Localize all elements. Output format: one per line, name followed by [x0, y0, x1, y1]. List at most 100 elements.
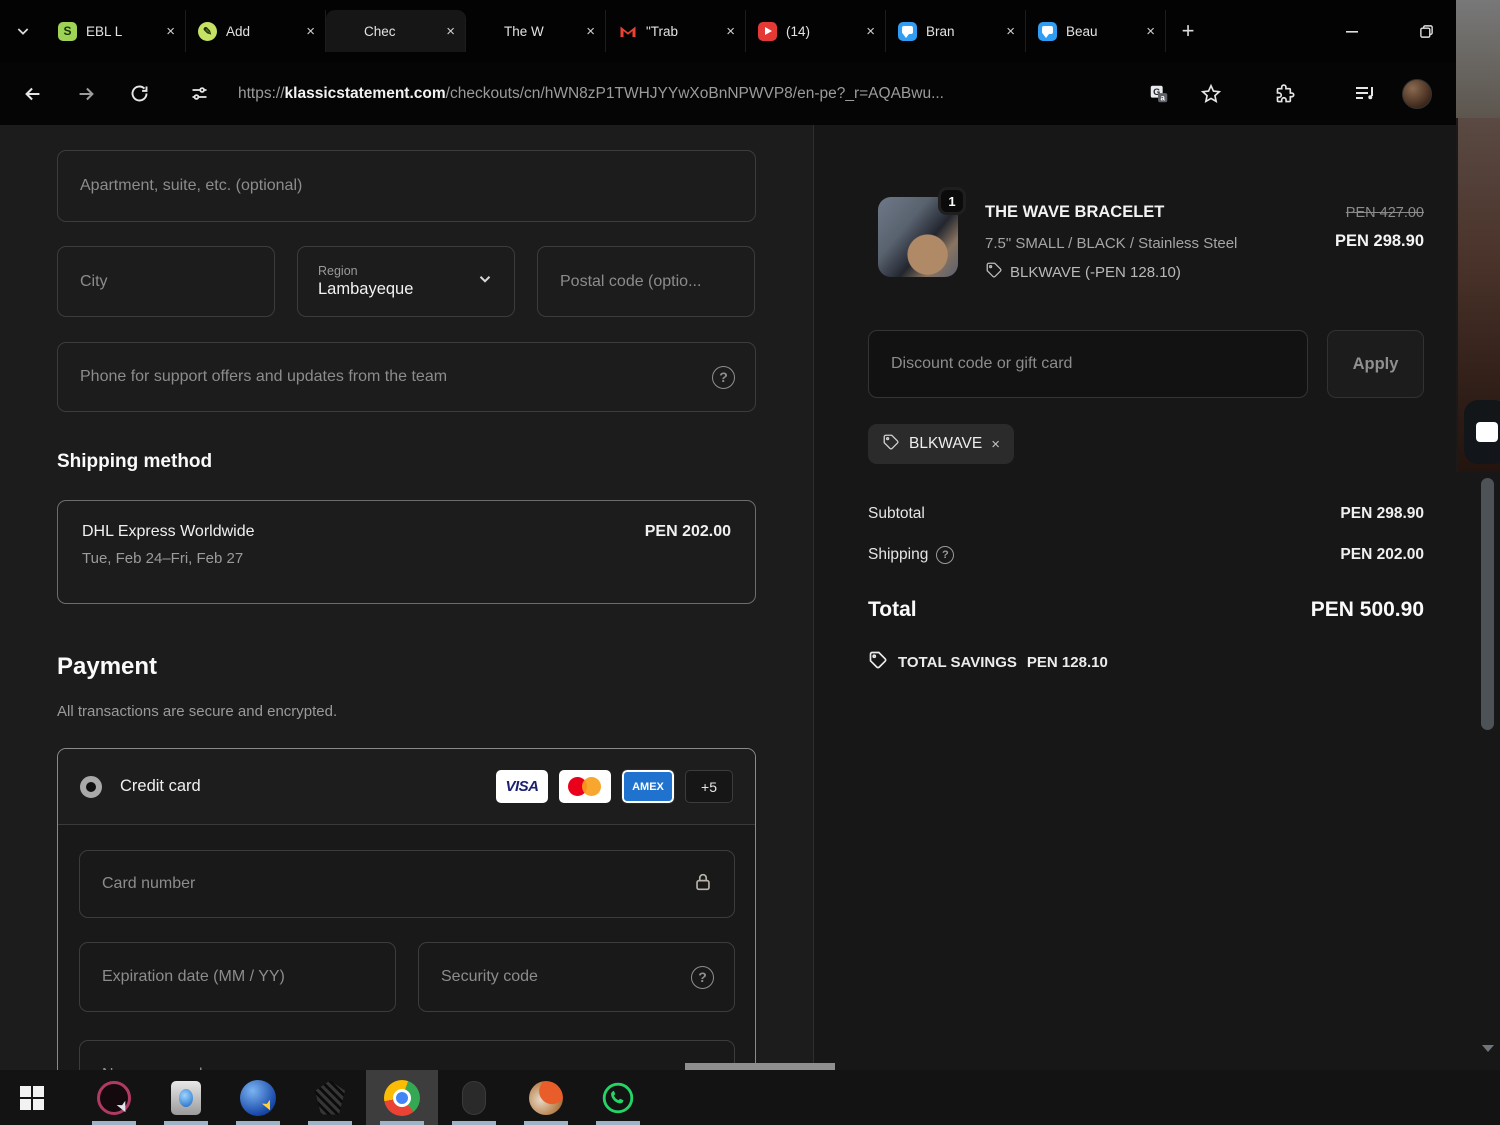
name-on-card-field[interactable] [79, 1040, 735, 1070]
forward-button[interactable] [73, 81, 99, 107]
remove-discount-icon[interactable]: × [991, 436, 1000, 453]
extensions-icon[interactable] [1272, 81, 1298, 107]
media-controls-icon[interactable] [1352, 81, 1378, 107]
start-button[interactable] [0, 1085, 64, 1110]
tab-search-chevron-icon[interactable] [0, 23, 46, 39]
tab-the[interactable]: The W × [466, 10, 606, 52]
applied-discount-code: BLKWAVE [909, 435, 983, 452]
tab-checkout-active[interactable]: Chec × [326, 10, 466, 52]
checkout-page: Region Lambayeque ? Shipping method DHL … [0, 125, 1500, 1070]
taskbar-pointer-app[interactable] [222, 1070, 294, 1125]
tab-beau[interactable]: Beau × [1026, 10, 1166, 52]
taskbar-mouse-app[interactable] [438, 1070, 510, 1125]
page-scrollbar[interactable] [1481, 478, 1494, 730]
total-value: PEN 500.90 [1310, 598, 1424, 621]
tab-bran[interactable]: Bran × [886, 10, 1026, 52]
shopify-favicon-icon: S [58, 21, 77, 41]
savings-value: PEN 128.10 [1026, 653, 1108, 671]
subtotal-label: Subtotal [868, 505, 925, 522]
taskbar-capture-app[interactable] [150, 1070, 222, 1125]
translate-icon[interactable]: Ga [1146, 81, 1172, 107]
window-restore-button[interactable] [1412, 17, 1440, 45]
address-bar[interactable]: https://klassicstatement.com/checkouts/c… [238, 85, 944, 103]
taskbar-paint-app[interactable] [510, 1070, 582, 1125]
credit-card-form: ? [58, 825, 755, 1070]
tab-youtube[interactable]: (14) × [746, 10, 886, 52]
apartment-field[interactable] [57, 150, 756, 222]
close-tab-icon[interactable]: × [166, 23, 175, 40]
shipping-option-eta: Tue, Feb 24–Fri, Feb 27 [82, 550, 244, 567]
gmail-favicon-icon [618, 22, 637, 41]
close-tab-icon[interactable]: × [866, 23, 875, 40]
capture-app-icon [171, 1080, 201, 1115]
postal-code-field[interactable] [537, 246, 755, 317]
tag-icon [868, 650, 888, 674]
credit-card-option[interactable]: Credit card VISA AMEX +5 [58, 749, 755, 825]
card-number-input[interactable] [100, 874, 692, 894]
close-tab-icon[interactable]: × [1146, 23, 1155, 40]
payment-method-box: Credit card VISA AMEX +5 ? [57, 748, 756, 1070]
security-code-help-icon[interactable]: ? [691, 965, 714, 989]
city-field[interactable] [57, 246, 275, 317]
close-tab-icon[interactable]: × [446, 23, 455, 40]
bookmark-star-icon[interactable] [1198, 81, 1224, 107]
city-input[interactable] [78, 271, 254, 292]
tab-ebl[interactable]: S EBL L × [46, 10, 186, 52]
savings-label: TOTAL SAVINGS [898, 653, 1017, 671]
phone-field[interactable]: ? [57, 342, 756, 412]
shipping-option-price: PEN 202.00 [644, 523, 731, 540]
discount-code-field[interactable] [868, 330, 1308, 398]
shipping-help-icon[interactable]: ? [936, 546, 955, 564]
tab-label: Chec [364, 23, 396, 39]
subtotal-row: Subtotal PEN 298.90 [868, 505, 1424, 523]
security-code-field[interactable]: ? [418, 942, 735, 1012]
security-code-input[interactable] [439, 967, 691, 987]
total-label: Total [868, 598, 917, 621]
expiry-field[interactable] [79, 942, 396, 1012]
desktop-screen: S EBL L × ✎ Add × Chec × The W × "Trab ×… [0, 0, 1500, 1125]
taskbar-whatsapp[interactable] [582, 1070, 654, 1125]
card-number-field[interactable] [79, 850, 735, 918]
apartment-input[interactable] [78, 176, 735, 196]
close-tab-icon[interactable]: × [726, 23, 735, 40]
taskbar: ESP 23:21 19/02/2026 [0, 1070, 1500, 1125]
close-tab-icon[interactable]: × [586, 23, 595, 40]
expiry-input[interactable] [100, 967, 375, 987]
tab-label: EBL L [86, 23, 123, 39]
shipping-row: Shipping ? PEN 202.00 [868, 546, 1424, 564]
shipping-option-selected[interactable]: DHL Express Worldwide PEN 202.00 Tue, Fe… [57, 500, 756, 604]
browser-toolbar: https://klassicstatement.com/checkouts/c… [0, 62, 1500, 125]
taskbar-chrome[interactable] [366, 1070, 438, 1125]
tab-gmail[interactable]: "Trab × [606, 10, 746, 52]
discount-code-input[interactable] [889, 354, 1287, 374]
reload-button[interactable] [126, 81, 152, 107]
more-payment-brands-badge: +5 [685, 770, 733, 803]
tab-add[interactable]: ✎ Add × [186, 10, 326, 52]
stop-button[interactable] [1464, 400, 1500, 464]
phone-help-icon[interactable]: ? [712, 365, 735, 389]
visa-badge-icon: VISA [496, 770, 548, 803]
back-button[interactable] [20, 81, 46, 107]
site-settings-icon[interactable] [186, 81, 212, 107]
taskbar-screen-recorder[interactable] [78, 1070, 150, 1125]
background-window-edge [1456, 0, 1500, 118]
new-tab-button[interactable]: + [1166, 18, 1210, 44]
tab-label: Bran [926, 23, 955, 39]
close-tab-icon[interactable]: × [306, 23, 315, 40]
subtotal-value: PEN 298.90 [1340, 505, 1424, 522]
postal-code-input[interactable] [558, 271, 734, 292]
apply-discount-button[interactable]: Apply [1327, 330, 1424, 398]
product-discount-line: BLKWAVE (-PEN 128.10) [985, 261, 1181, 283]
tab-label: Add [226, 23, 251, 39]
window-minimize-button[interactable] [1338, 17, 1366, 45]
region-select[interactable]: Region Lambayeque [297, 246, 515, 317]
credit-card-radio[interactable] [80, 775, 102, 798]
scrollbar-down-arrow[interactable] [1482, 1045, 1494, 1052]
profile-avatar[interactable] [1402, 78, 1432, 109]
product-price-current: PEN 298.90 [1335, 232, 1424, 250]
taskbar-utility-app[interactable] [294, 1070, 366, 1125]
tab-label: The W [504, 23, 544, 39]
phone-input[interactable] [78, 367, 712, 387]
close-tab-icon[interactable]: × [1006, 23, 1015, 40]
quantity-badge: 1 [938, 187, 966, 215]
